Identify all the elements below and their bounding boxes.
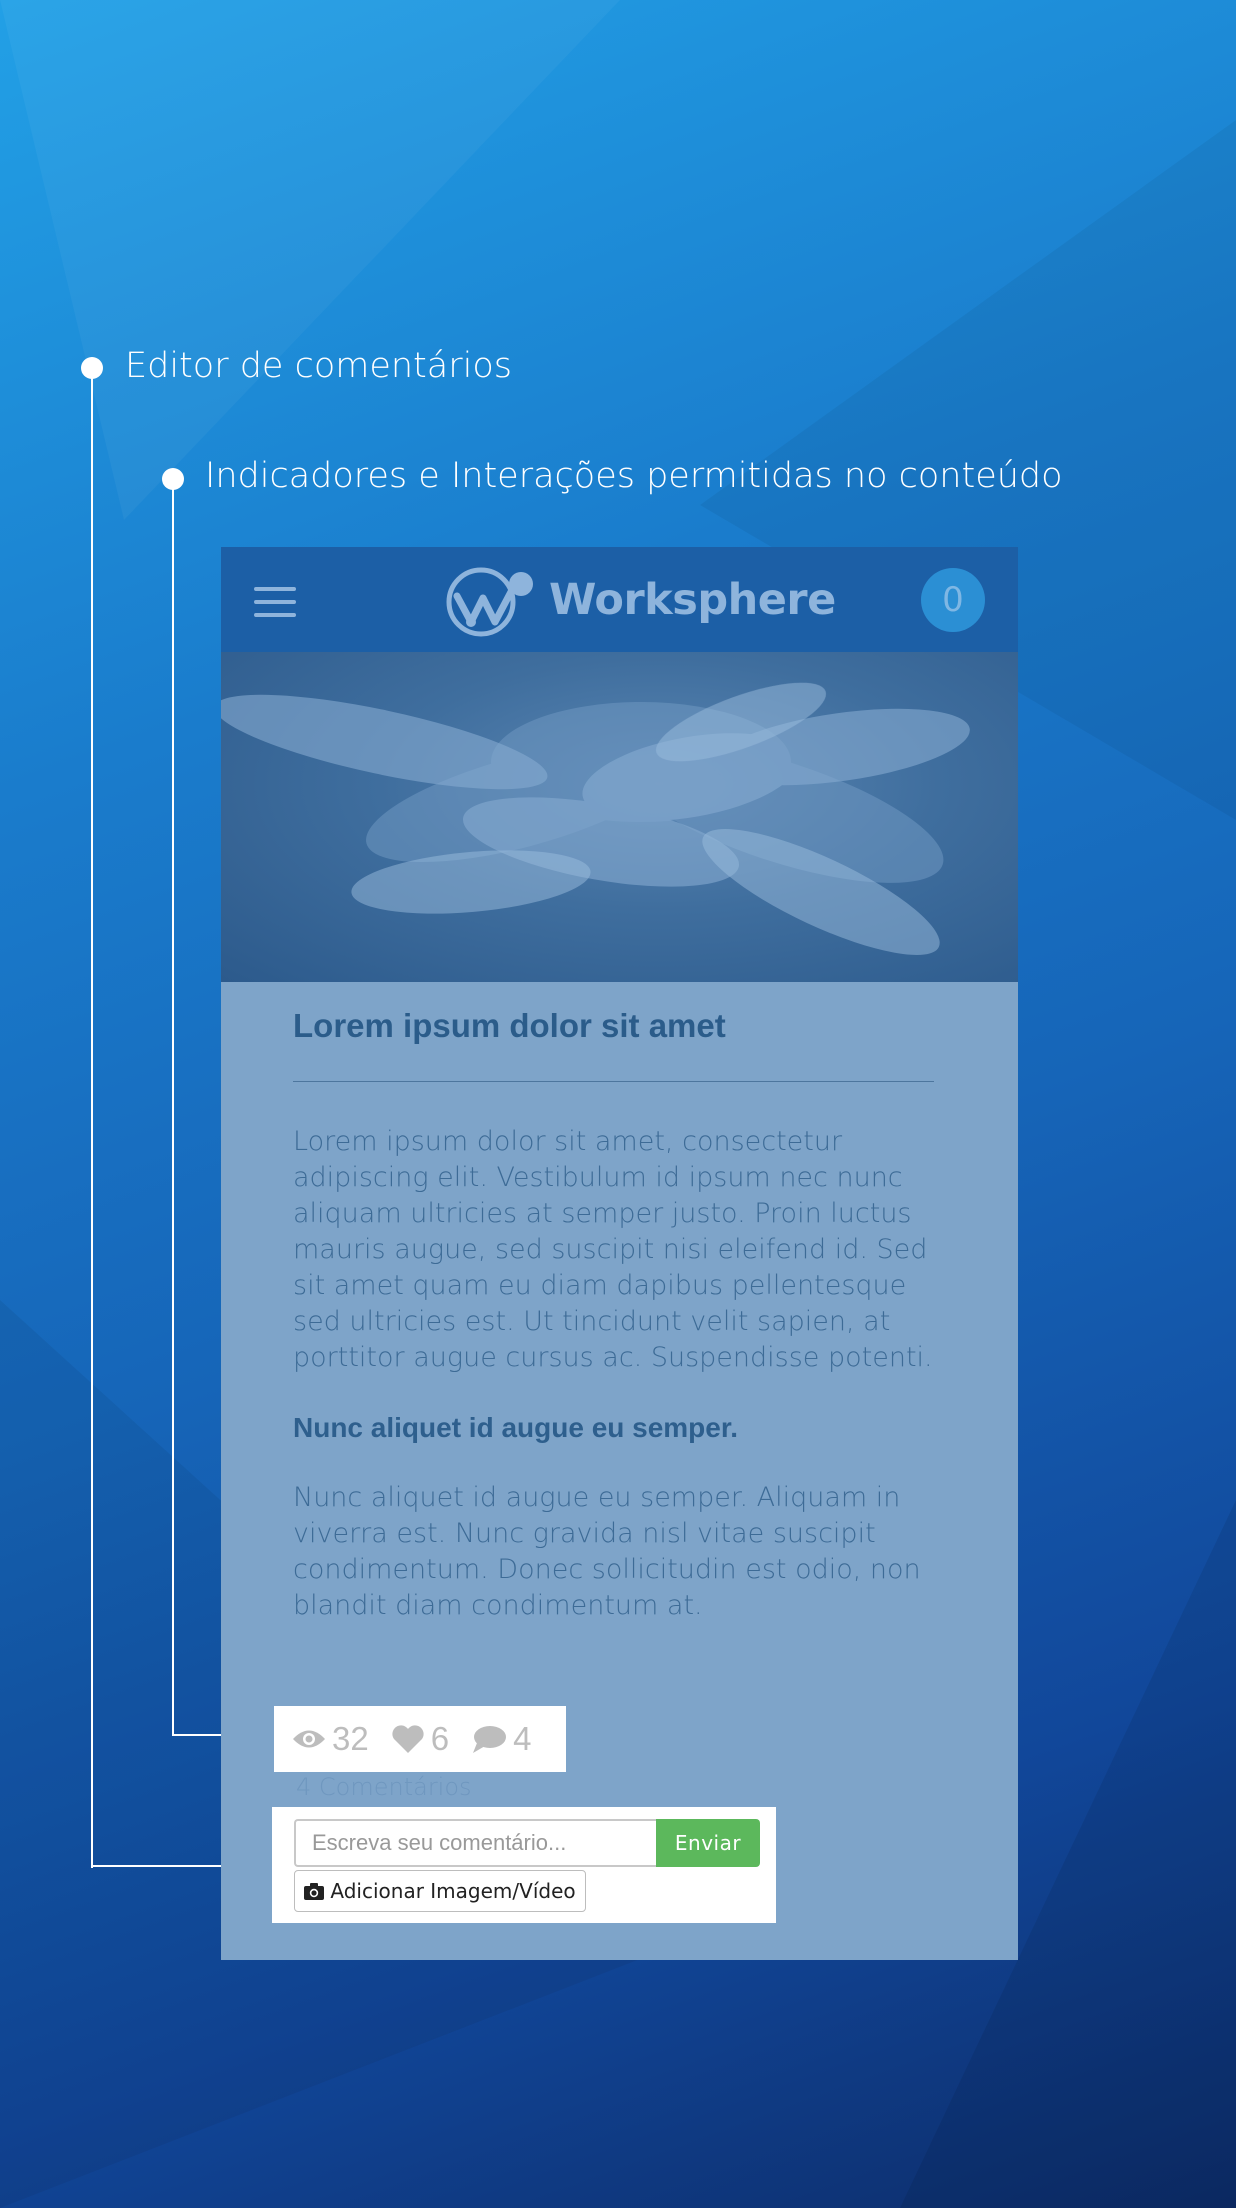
logo[interactable]: Worksphere: [443, 565, 836, 637]
comment-input[interactable]: [294, 1819, 656, 1867]
callout-editor-label: Editor de comentários: [125, 346, 512, 386]
views-indicator: 32: [292, 1720, 369, 1758]
likes-count: 6: [430, 1720, 450, 1757]
like-button[interactable]: 6: [391, 1720, 449, 1758]
heart-icon: [392, 1725, 424, 1753]
send-button[interactable]: Enviar: [656, 1819, 760, 1867]
comment-icon: [473, 1726, 507, 1753]
eye-icon: [293, 1730, 325, 1748]
article-content: Lorem ipsum dolor sit amet Lorem ipsum d…: [293, 1007, 943, 1624]
views-count: 32: [332, 1720, 369, 1757]
worksphere-logo-icon: [446, 567, 533, 637]
callout-line-editor: [91, 368, 93, 1868]
comments-count-indicator: 4: [513, 1720, 532, 1757]
comment-editor: Enviar Adicionar Imagem/Vídeo: [272, 1807, 776, 1923]
hands-illustration: [221, 682, 970, 955]
callout-line-indicators: [172, 479, 174, 1736]
brand-name: Worksphere: [549, 575, 836, 625]
background-facet: [0, 0, 620, 520]
title-divider: [293, 1081, 934, 1082]
app-header: Worksphere 0: [221, 547, 1018, 652]
hero-image: [221, 652, 1018, 982]
callout-indicators-label: Indicadores e Interações permitidas no c…: [205, 456, 1063, 496]
add-media-button[interactable]: Adicionar Imagem/Vídeo: [294, 1870, 586, 1912]
article-title: Lorem ipsum dolor sit amet: [293, 1007, 726, 1044]
add-media-label: Adicionar Imagem/Vídeo: [330, 1879, 576, 1903]
content-indicators: 32 6 4: [274, 1706, 566, 1772]
hamburger-icon[interactable]: [254, 587, 296, 617]
comment-indicator[interactable]: 4: [471, 1720, 531, 1758]
article-subheading: Nunc aliquet id augue eu semper.: [293, 1412, 738, 1443]
camera-icon: [304, 1882, 325, 1900]
comments-count-label[interactable]: 4 Comentários: [296, 1773, 472, 1801]
article-paragraph: Lorem ipsum dolor sit amet, consectetur …: [293, 1126, 933, 1373]
notification-badge[interactable]: 0: [921, 568, 985, 632]
article-paragraph: Nunc aliquet id augue eu semper. Aliquam…: [293, 1482, 921, 1621]
